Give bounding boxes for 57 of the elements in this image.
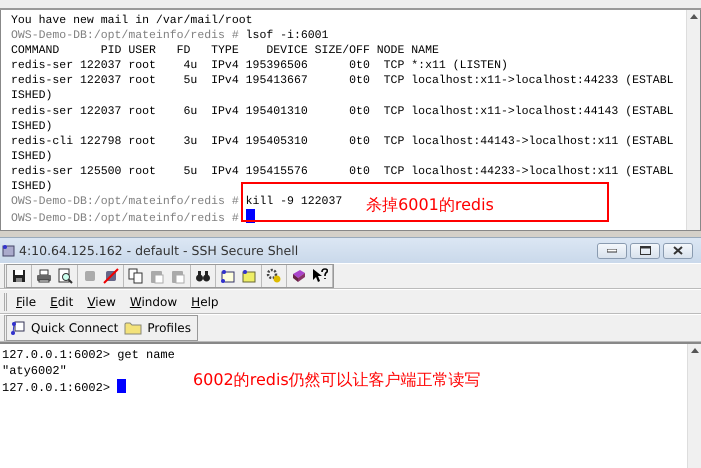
toolbar-button[interactable] [56,267,74,285]
toolbar-button[interactable] [10,267,28,285]
output-text: "aty6002" [2,364,67,378]
command-text: kill -9 122037 [246,195,342,208]
connect-icon [10,320,26,336]
output-text: ISHED) [11,120,52,133]
prompt-text: OWS-Demo-DB:/opt/mateinfo/redis # [11,29,239,42]
output-text: ISHED) [11,180,52,194]
output-text: redis-cli 122798 root 3u IPv4 195405310 0t0 TCP localhost:44143->localhost:x11 (ESTABL [11,134,674,148]
command-text: get name [117,348,175,362]
output-text: ISHED) [11,89,52,102]
output-text: COMMAND PID USER FD TYPE DEVICE SIZE/OFF NODE NAME [11,44,439,58]
prompt-text: 127.0.0.1:6002> [2,381,110,395]
toolbar-button[interactable] [127,267,145,285]
paste-icon [170,268,186,284]
menu-item[interactable]: Edit [45,294,78,308]
menu-item[interactable]: Window [124,294,182,308]
menu-item[interactable]: File [11,294,42,308]
crossed-monitor-icon [103,268,119,284]
command-text: lsof -i:6001 [246,29,328,42]
pointer-question-icon [312,268,328,284]
toolbar-button[interactable] [219,267,237,285]
app-icon [2,244,16,258]
menu-item[interactable]: Help [186,294,224,308]
maximize-icon [640,246,650,255]
printer-icon [36,268,52,284]
print-preview-icon [57,268,73,284]
toolbar-button[interactable] [265,267,283,285]
close-icon [673,246,683,255]
prompt-text: OWS-Demo-DB:/opt/mateinfo/redis # [11,195,239,208]
output-text: redis-ser 122037 root 5u IPv4 195413667 0t0 TCP localhost:x11->localhost:44233 (ESTABL [11,74,674,88]
quick-connect-button[interactable]: Quick Connect [10,320,118,336]
output-text: redis-ser 122037 root 4u IPv4 195396506 0t0 TCP *:x11 (LISTEN) [11,59,508,72]
close-button[interactable] [663,242,693,258]
minimize-icon [607,248,617,252]
prompt-text: OWS-Demo-DB:/opt/mateinfo/redis # [11,212,239,226]
toolbar-button[interactable] [35,267,53,285]
paste-icon [149,268,165,284]
gear-icon [266,268,282,284]
window-title: 4:10.64.125.162 - default - SSH Secure Shell [19,243,300,258]
scrollbar[interactable] [687,344,701,468]
annotation-text: 6002的redis仍然可以让客户端正常读写 [193,370,481,391]
output-text: redis-ser 122037 root 6u IPv4 195401310 0t0 TCP localhost:x11->localhost:44143 (ESTABL [11,104,674,118]
prompt-text: 127.0.0.1:6002> [2,348,110,362]
output-text: redis-ser 125500 root 5u IPv4 195415576 0t0 TCP localhost:44233->localhost:x11 (ESTABL [11,164,674,178]
output-text: ISHED) [11,150,52,163]
toolbar-button[interactable] [311,267,329,285]
menu-item[interactable]: View [82,294,121,308]
annotation-text: 杀掉6001的redis [366,195,494,216]
window-icon [220,268,236,284]
binoculars-icon [195,268,211,284]
copy-icon [128,268,144,284]
profiles-button[interactable]: Profiles [124,320,191,336]
output-text: You have new mail in /var/mail/root [11,14,253,27]
minimize-button[interactable] [597,242,627,258]
scrollbar[interactable] [686,10,700,230]
maximize-button[interactable] [630,242,660,258]
